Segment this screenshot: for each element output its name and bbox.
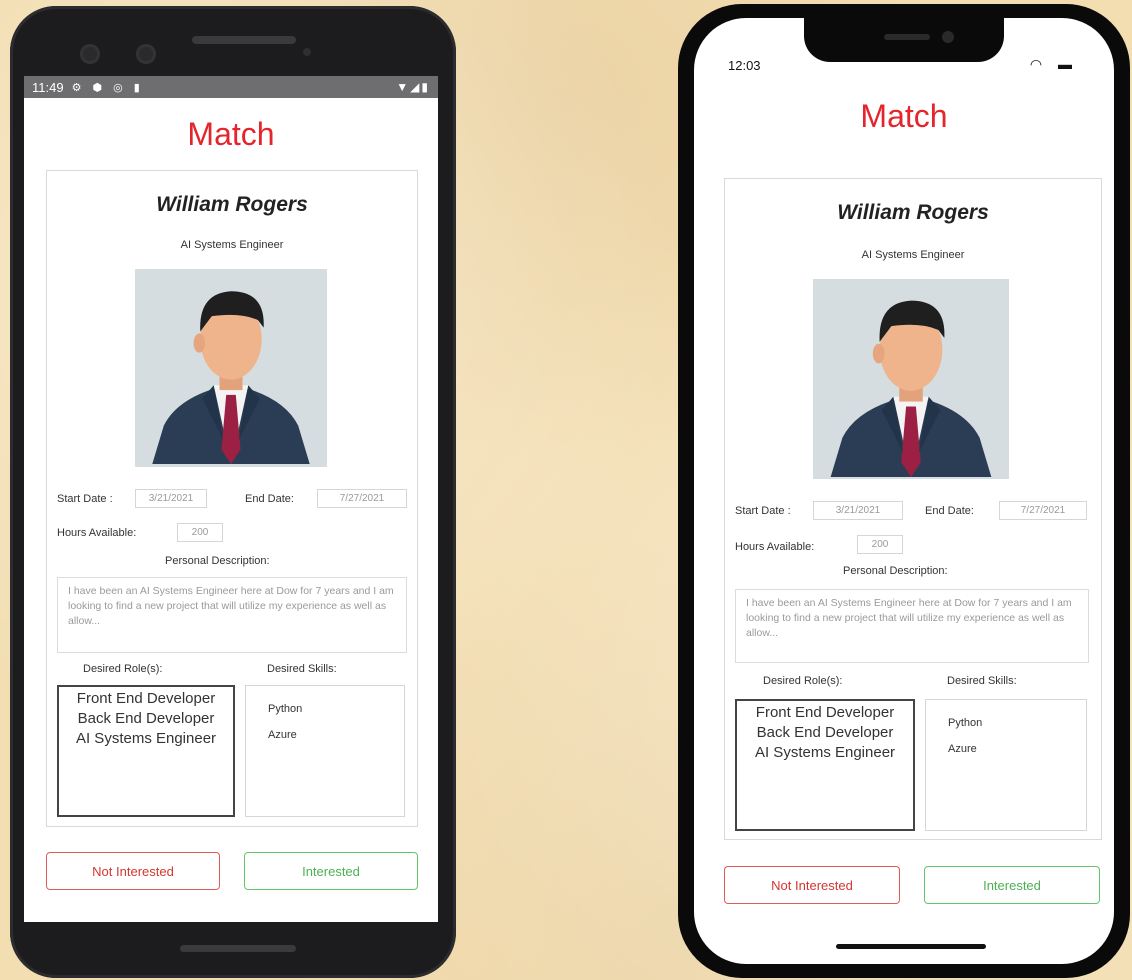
candidate-photo — [813, 279, 1009, 479]
end-date-label: End Date: — [245, 493, 294, 505]
proximity-sensor — [303, 48, 311, 56]
front-camera-icon — [80, 44, 100, 64]
desired-roles-label: Desired Role(s): — [763, 675, 843, 687]
start-date-label: Start Date : — [735, 505, 791, 517]
candidate-name: William Rogers — [837, 201, 989, 224]
candidate-role: AI Systems Engineer — [180, 239, 284, 251]
front-camera-icon — [136, 44, 156, 64]
candidate-card: William Rogers AI Systems Engineer Start… — [46, 170, 418, 827]
status-time: 11:49 — [32, 79, 64, 95]
personal-description-label: Personal Description: — [843, 565, 948, 577]
desired-role-item: AI Systems Engineer — [75, 730, 217, 747]
hours-available-field[interactable]: 200 — [177, 523, 223, 542]
desired-skill-item: Python — [948, 717, 983, 729]
end-date-field[interactable]: 7/27/2021 — [999, 501, 1087, 520]
end-date-field[interactable]: 7/27/2021 — [317, 489, 407, 508]
personal-description-text: I have been an AI Systems Engineer here … — [746, 597, 1072, 639]
status-bar: 11:49 ⚙ ⬢ ◎ ▮ ▼◢▮ — [24, 76, 438, 98]
candidate-card: William Rogers AI Systems Engineer Start… — [724, 178, 1102, 840]
start-date-field[interactable]: 3/21/2021 — [813, 501, 903, 520]
hours-available-label: Hours Available: — [57, 527, 137, 539]
desired-skill-item: Azure — [948, 743, 977, 755]
status-time: 12:03 — [728, 58, 761, 73]
candidate-role: AI Systems Engineer — [861, 249, 965, 261]
front-camera-icon — [942, 31, 954, 43]
wifi-battery-icons: ◠ ▬ — [1029, 56, 1078, 72]
desired-roles-list[interactable]: Front End Developer Back End Developer A… — [57, 685, 235, 817]
android-screen: 11:49 ⚙ ⬢ ◎ ▮ ▼◢▮ Match William Rogers A… — [24, 76, 438, 922]
desired-skills-label: Desired Skills: — [267, 663, 337, 675]
page-title: Match — [860, 98, 948, 134]
interested-button[interactable]: Interested — [924, 866, 1100, 904]
personal-description-label: Personal Description: — [165, 555, 270, 567]
desired-role-item: AI Systems Engineer — [754, 744, 896, 761]
desired-skill-item: Python — [268, 703, 303, 715]
iphone-notch — [804, 18, 1004, 62]
hours-available-field[interactable]: 200 — [857, 535, 903, 554]
start-date-label: Start Date : — [57, 493, 113, 505]
desired-skills-list[interactable]: Python Azure — [925, 699, 1087, 831]
iphone-screen: 12:03 ◠ ▬ Match William Rogers AI System… — [694, 18, 1114, 964]
desired-role-item: Front End Developer — [76, 690, 216, 707]
desired-role-item: Back End Developer — [756, 724, 894, 741]
desired-skills-label: Desired Skills: — [947, 675, 1017, 687]
hours-available-label: Hours Available: — [735, 541, 815, 553]
desired-roles-label: Desired Role(s): — [83, 663, 163, 675]
android-home-bar — [180, 945, 296, 952]
desired-skill-item: Azure — [268, 729, 297, 741]
page-title: Match — [187, 116, 275, 152]
personal-description-text: I have been an AI Systems Engineer here … — [68, 585, 394, 627]
avatar-illustration — [135, 272, 327, 464]
android-phone-frame: 11:49 ⚙ ⬢ ◎ ▮ ▼◢▮ Match William Rogers A… — [10, 6, 456, 978]
desired-roles-list[interactable]: Front End Developer Back End Developer A… — [735, 699, 915, 831]
not-interested-button[interactable]: Not Interested — [724, 866, 900, 904]
candidate-name: William Rogers — [156, 193, 308, 216]
start-date-field[interactable]: 3/21/2021 — [135, 489, 207, 508]
desired-skills-list[interactable]: Python Azure — [245, 685, 405, 817]
home-indicator — [836, 944, 986, 949]
earpiece-speaker — [192, 36, 296, 44]
personal-description-field[interactable]: I have been an AI Systems Engineer here … — [735, 589, 1089, 663]
notification-icons: ⚙ ⬢ ◎ ▮ — [71, 81, 144, 94]
not-interested-button[interactable]: Not Interested — [46, 852, 220, 890]
signal-battery-icons: ▼◢▮ — [396, 80, 430, 94]
desired-role-item: Front End Developer — [755, 704, 895, 721]
earpiece-speaker — [884, 34, 930, 40]
end-date-label: End Date: — [925, 505, 974, 517]
candidate-photo — [135, 269, 327, 467]
personal-description-field[interactable]: I have been an AI Systems Engineer here … — [57, 577, 407, 653]
desired-role-item: Back End Developer — [77, 710, 215, 727]
avatar-illustration — [813, 281, 1009, 477]
iphone-frame: 12:03 ◠ ▬ Match William Rogers AI System… — [678, 4, 1130, 978]
interested-button[interactable]: Interested — [244, 852, 418, 890]
